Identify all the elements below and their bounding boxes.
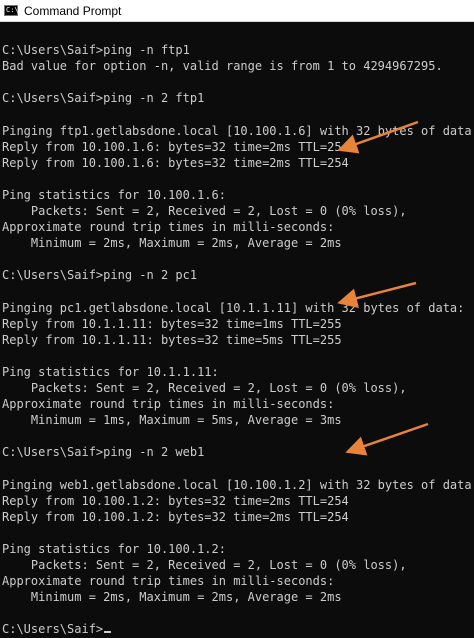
console-line: C:\Users\Saif>ping -n 2 ftp1 <box>2 91 205 106</box>
console-line: Reply from 10.1.1.11: bytes=32 time=5ms … <box>2 332 342 347</box>
command-prompt-window: C:\ Command Prompt C:\Users\Saif>ping -n… <box>0 0 474 636</box>
console-line: Packets: Sent = 2, Received = 2, Lost = … <box>2 381 407 396</box>
console-line: Packets: Sent = 2, Received = 2, Lost = … <box>2 204 407 219</box>
console-output[interactable]: C:\Users\Saif>ping -n ftp1 Bad value for … <box>0 22 474 636</box>
console-line: Approximate round trip times in milli-se… <box>2 220 335 235</box>
console-line: C:\Users\Saif>ping -n 2 pc1 <box>2 268 198 283</box>
console-line: Reply from 10.1.1.11: bytes=32 time=1ms … <box>2 316 342 331</box>
text-cursor <box>104 631 112 634</box>
console-line: Reply from 10.100.1.2: bytes=32 time=2ms… <box>2 509 349 524</box>
console-line: Packets: Sent = 2, Received = 2, Lost = … <box>2 558 407 573</box>
console-line: Minimum = 2ms, Maximum = 2ms, Average = … <box>2 236 342 251</box>
console-line: Ping statistics for 10.100.1.2: <box>2 542 226 556</box>
window-title: Command Prompt <box>24 3 122 18</box>
console-line: Reply from 10.100.1.6: bytes=32 time=2ms… <box>2 139 349 154</box>
console-line: C:\Users\Saif>ping -n 2 web1 <box>2 445 205 460</box>
console-line: Ping statistics for 10.1.1.11: <box>2 364 219 379</box>
console-line: Reply from 10.100.1.2: bytes=32 time=2ms… <box>2 493 349 508</box>
console-line: Minimum = 2ms, Maximum = 2ms, Average = … <box>2 590 342 605</box>
console-line: Approximate round trip times in milli-se… <box>2 397 335 412</box>
command-prompt-icon: C:\ <box>4 5 19 16</box>
console-line: Bad value for option -n, valid range is … <box>2 59 443 74</box>
console-line: C:\Users\Saif>ping -n ftp1 <box>2 43 190 58</box>
console-line: C:\Users\Saif> <box>2 621 474 637</box>
title-bar[interactable]: C:\ Command Prompt <box>0 0 474 22</box>
console-line: Ping statistics for 10.100.1.6: <box>2 187 226 202</box>
console-line: Pinging ftp1.getlabsdone.local [10.100.1… <box>2 123 474 138</box>
console-line: Reply from 10.100.1.6: bytes=32 time=2ms… <box>2 155 349 170</box>
console-line: Minimum = 1ms, Maximum = 5ms, Average = … <box>2 413 342 428</box>
console-line: Pinging pc1.getlabsdone.local [10.1.1.11… <box>2 300 465 315</box>
console-line: Pinging web1.getlabsdone.local [10.100.1… <box>2 477 474 492</box>
console-line: Approximate round trip times in milli-se… <box>2 574 335 589</box>
